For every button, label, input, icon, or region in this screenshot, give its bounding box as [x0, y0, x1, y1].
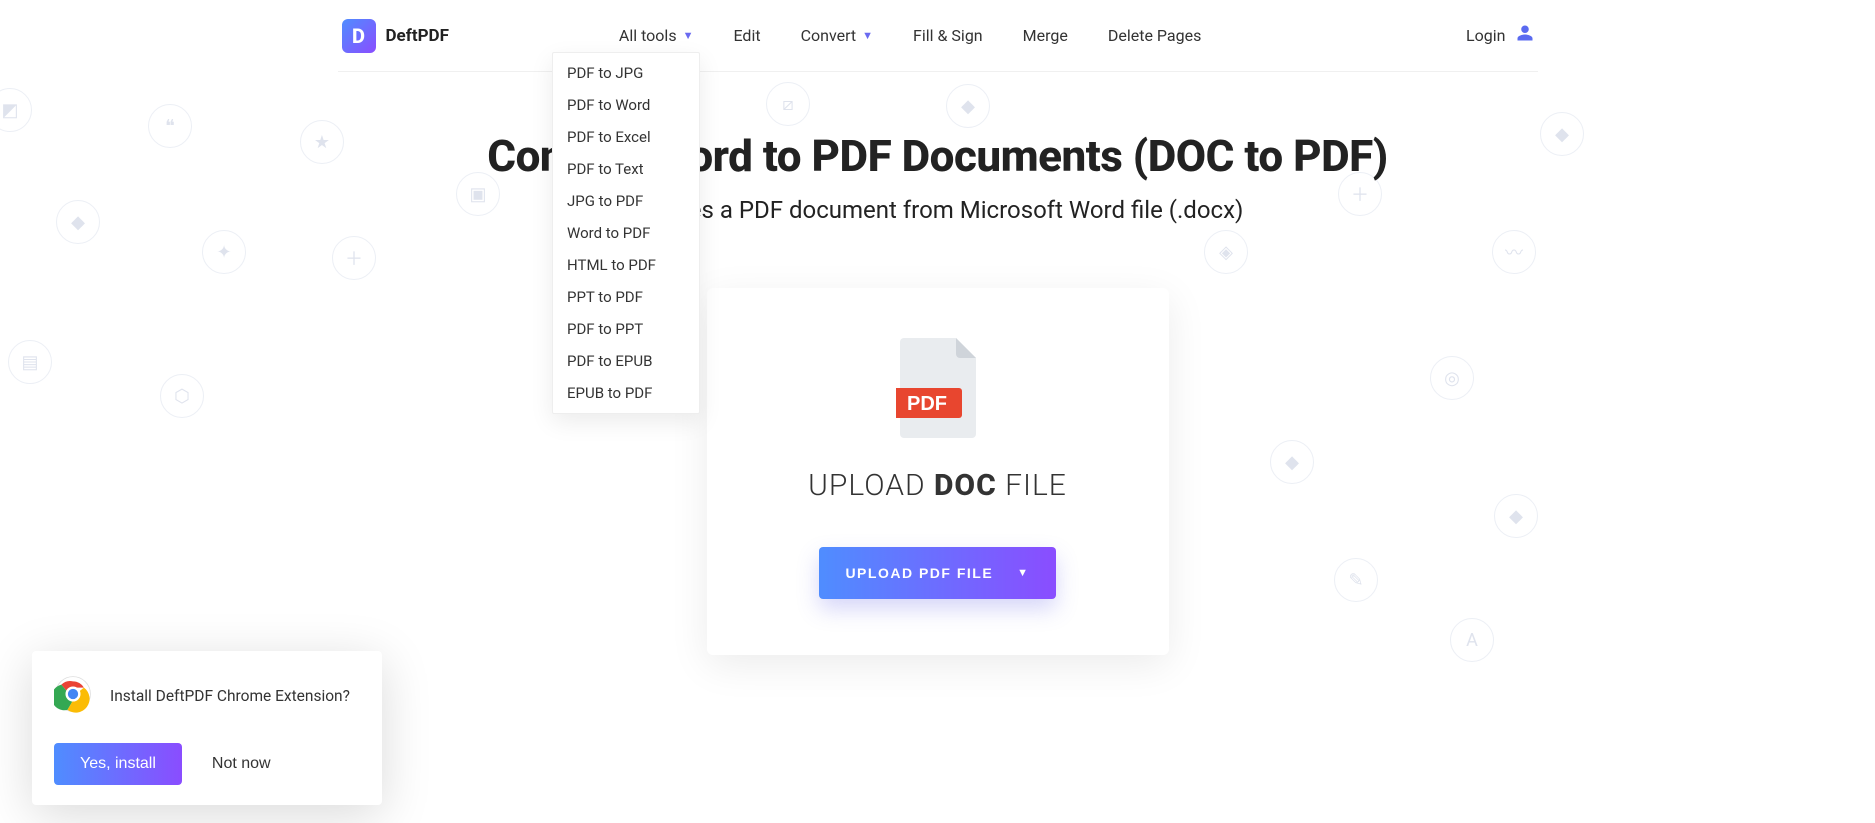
chevron-down-icon: ▼: [862, 29, 873, 42]
dropdown-item[interactable]: JPG to PDF: [553, 185, 699, 217]
bg-decor-icon: ⧄: [766, 82, 810, 126]
dismiss-extension-button[interactable]: Not now: [212, 755, 271, 773]
primary-nav: All tools ▼ Edit Convert ▼ Fill & Sign M…: [619, 26, 1466, 45]
dropdown-item[interactable]: Word to PDF: [553, 217, 699, 249]
nav-edit[interactable]: Edit: [733, 26, 760, 45]
dropdown-item[interactable]: EPUB to PDF: [553, 377, 699, 409]
dropdown-item[interactable]: PDF to Text: [553, 153, 699, 185]
bg-decor-icon: ◆: [946, 84, 990, 128]
upload-card: PDF UPLOAD DOC FILE UPLOAD PDF FILE ▼: [707, 288, 1169, 655]
chevron-down-icon: ▼: [1017, 567, 1029, 579]
upload-text-bold: DOC: [934, 468, 997, 503]
dropdown-item[interactable]: PDF to PPT: [553, 313, 699, 345]
person-icon: [1516, 24, 1534, 47]
brand-logo[interactable]: D DeftPDF: [342, 19, 449, 53]
nav-fill-sign[interactable]: Fill & Sign: [913, 26, 983, 45]
bg-decor-icon: ◩: [0, 88, 32, 132]
page-title: Convert Word to PDF Documents (DOC to PD…: [0, 130, 1875, 182]
chrome-extension-prompt: Install DeftPDF Chrome Extension? Yes, i…: [32, 651, 382, 805]
chrome-icon: [54, 675, 92, 717]
install-extension-button[interactable]: Yes, install: [54, 743, 182, 785]
logo-text: DeftPDF: [386, 26, 449, 46]
nav-delete-pages[interactable]: Delete Pages: [1108, 26, 1201, 45]
login-label: Login: [1466, 26, 1505, 45]
upload-button[interactable]: UPLOAD PDF FILE ▼: [819, 547, 1055, 599]
dropdown-item[interactable]: PDF to Word: [553, 89, 699, 121]
main-header: D DeftPDF All tools ▼ Edit Convert ▼ Fil…: [338, 0, 1538, 72]
dropdown-item[interactable]: HTML to PDF: [553, 249, 699, 281]
upload-button-label: UPLOAD PDF FILE: [845, 565, 993, 581]
chevron-down-icon: ▼: [683, 29, 694, 42]
main-content: Convert Word to PDF Documents (DOC to PD…: [0, 130, 1875, 655]
page-subtitle: Creates a PDF document from Microsoft Wo…: [0, 196, 1875, 224]
nav-label: Convert: [801, 26, 857, 45]
convert-dropdown: PDF to JPG PDF to Word PDF to Excel PDF …: [552, 52, 700, 414]
upload-text-prefix: UPLOAD: [808, 468, 934, 503]
svg-text:PDF: PDF: [907, 393, 947, 415]
nav-all-tools[interactable]: All tools ▼: [619, 26, 694, 45]
upload-text-suffix: FILE: [997, 468, 1067, 503]
dropdown-item[interactable]: PDF to Excel: [553, 121, 699, 153]
dropdown-item[interactable]: PPT to PDF: [553, 281, 699, 313]
extension-prompt-message: Install DeftPDF Chrome Extension?: [110, 687, 350, 705]
nav-label: All tools: [619, 26, 677, 45]
logo-badge: D: [342, 19, 376, 53]
dropdown-item[interactable]: PDF to EPUB: [553, 345, 699, 377]
pdf-file-icon: PDF: [737, 338, 1139, 438]
nav-convert[interactable]: Convert ▼: [801, 26, 873, 45]
login-link[interactable]: Login: [1466, 24, 1533, 47]
upload-label: UPLOAD DOC FILE: [737, 468, 1139, 503]
dropdown-item[interactable]: PDF to JPG: [553, 57, 699, 89]
nav-merge[interactable]: Merge: [1023, 26, 1068, 45]
